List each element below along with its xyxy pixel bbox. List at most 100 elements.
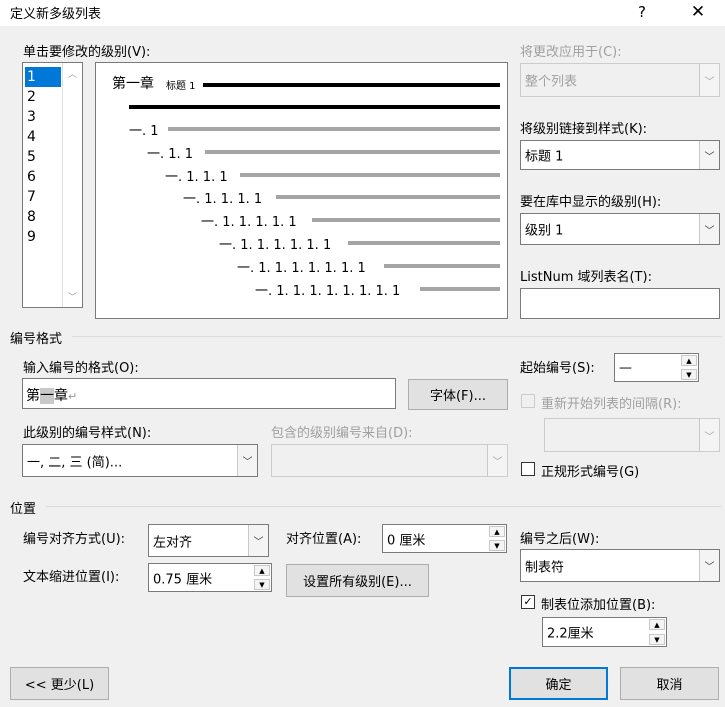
start-at-value: — xyxy=(619,360,632,375)
preview-row-label: 一. 1. 1. 1. 1. 1. 1 xyxy=(219,238,332,253)
level-item[interactable]: 9 xyxy=(25,227,61,247)
preview-line xyxy=(129,105,500,109)
paragraph-mark-icon: ↵ xyxy=(68,390,78,403)
spin-down-icon[interactable]: ▼ xyxy=(649,634,665,645)
preview-line xyxy=(276,195,500,199)
preview-row-label: 一. 1. 1. 1. 1. 1. 1. 1. 1 xyxy=(255,284,401,299)
scroll-up-icon[interactable]: ︿ xyxy=(63,67,82,80)
spin-down-icon[interactable]: ▼ xyxy=(489,540,505,551)
tab-stop-label: 制表位添加位置(B): xyxy=(541,598,656,613)
start-at-label: 起始编号(S): xyxy=(520,361,595,376)
restart-checkbox[interactable] xyxy=(521,394,535,408)
restart-combo[interactable]: ﹀ xyxy=(544,418,720,452)
preview-row-label: 一. 1 xyxy=(129,124,159,139)
listnum-label: ListNum 域列表名(T): xyxy=(520,270,652,285)
chevron-down-icon: ﹀ xyxy=(487,445,507,476)
preview-line xyxy=(240,173,500,177)
apply-to-value: 整个列表 xyxy=(525,74,578,90)
format-input[interactable]: 第一章↵ xyxy=(22,378,396,409)
scroll-down-icon[interactable]: ﹀ xyxy=(63,290,82,303)
preview-line xyxy=(384,264,500,268)
preview-pane: 第一章 标题 1 一. 1 一. 1. 1 一. 1. 1. 1 一. 1. 1… xyxy=(95,62,508,319)
chevron-down-icon: ﹀ xyxy=(237,445,257,476)
font-button[interactable]: 字体(F)... xyxy=(408,379,508,410)
preview-row-label: 一. 1. 1. 1. 1. 1. 1. 1 xyxy=(237,261,366,276)
chevron-down-icon: ﹀ xyxy=(248,525,268,556)
preview-row-label: 一. 1. 1. 1. 1 xyxy=(183,192,263,207)
include-level-combo[interactable]: ﹀ xyxy=(271,444,508,477)
levels-label: 单击要修改的级别(V): xyxy=(23,45,151,60)
legal-style-label: 正规形式编号(G) xyxy=(541,465,640,480)
spin-down-icon[interactable]: ▼ xyxy=(254,579,270,590)
tab-stop-spinner[interactable]: 2.2厘米 ▲ ▼ xyxy=(542,617,667,647)
ok-button[interactable]: 确定 xyxy=(509,667,608,700)
preview-heading-number: 第一章 xyxy=(112,76,154,92)
level-item[interactable]: 5 xyxy=(25,147,61,167)
preview-line xyxy=(348,241,500,245)
tab-stop-value: 2.2厘米 xyxy=(547,626,594,642)
align-at-value: 0 厘米 xyxy=(387,533,426,548)
follow-number-label: 编号之后(W): xyxy=(520,532,600,547)
chevron-down-icon: ﹀ xyxy=(699,214,719,244)
format-input-text: 第一章↵ xyxy=(26,385,77,405)
format-text-prefix: 第 xyxy=(26,388,40,404)
less-button[interactable]: << 更少(L) xyxy=(10,667,109,700)
align-label: 编号对齐方式(U): xyxy=(23,532,126,547)
link-style-value: 标题 1 xyxy=(525,149,564,165)
start-at-spinner[interactable]: — ▲ ▼ xyxy=(614,353,699,382)
align-combo[interactable]: 左对齐 ﹀ xyxy=(148,524,269,557)
level-item[interactable]: 4 xyxy=(25,127,61,147)
gallery-level-combo[interactable]: 级别 1 ﹀ xyxy=(520,213,720,245)
chevron-down-icon: ﹀ xyxy=(699,141,719,169)
level-item[interactable]: 2 xyxy=(25,87,61,107)
close-icon[interactable]: ✕ xyxy=(685,1,711,23)
cancel-button[interactable]: 取消 xyxy=(620,667,719,700)
number-style-combo[interactable]: 一, 二, 三 (简)... ﹀ xyxy=(22,444,258,477)
apply-to-combo[interactable]: 整个列表 ﹀ xyxy=(520,63,720,97)
level-listbox[interactable]: 1 2 3 4 5 6 7 8 9 ︿ ﹀ xyxy=(22,62,83,308)
listnum-input[interactable] xyxy=(520,288,720,319)
link-style-label: 将级别链接到样式(K): xyxy=(520,122,648,137)
spin-up-icon[interactable]: ▲ xyxy=(254,565,270,576)
align-value: 左对齐 xyxy=(153,535,193,550)
apply-to-label: 将更改应用于(C): xyxy=(520,45,622,60)
link-style-combo[interactable]: 标题 1 ﹀ xyxy=(520,140,720,170)
gallery-level-label: 要在库中显示的级别(H): xyxy=(520,195,662,210)
align-at-label: 对齐位置(A): xyxy=(286,532,362,547)
level-item[interactable]: 3 xyxy=(25,107,61,127)
indent-value: 0.75 厘米 xyxy=(153,572,213,587)
set-all-levels-button[interactable]: 设置所有级别(E)... xyxy=(286,564,429,597)
format-label: 输入编号的格式(O): xyxy=(23,361,139,376)
legal-style-checkbox[interactable] xyxy=(521,462,535,476)
spin-up-icon[interactable]: ▲ xyxy=(489,526,505,537)
gallery-level-value: 级别 1 xyxy=(525,223,564,239)
level-item[interactable]: 1 xyxy=(25,67,61,87)
preview-line xyxy=(420,287,500,291)
spin-up-icon[interactable]: ▲ xyxy=(649,619,665,630)
align-at-spinner[interactable]: 0 厘米 ▲ ▼ xyxy=(382,524,507,553)
preview-line xyxy=(168,127,500,131)
preview-line xyxy=(203,83,500,87)
restart-label: 重新开始列表的间隔(R): xyxy=(541,397,682,412)
level-item[interactable]: 6 xyxy=(25,167,61,187)
chevron-down-icon: ﹀ xyxy=(699,64,719,96)
tab-stop-checkbox[interactable]: ✓ xyxy=(521,595,535,609)
level-scrollbar[interactable]: ︿ ﹀ xyxy=(62,63,82,307)
preview-row-label: 一. 1. 1. 1. 1. 1 xyxy=(201,215,297,230)
level-item[interactable]: 7 xyxy=(25,187,61,207)
spin-up-icon[interactable]: ▲ xyxy=(681,355,697,366)
format-text-suffix: 章 xyxy=(54,388,68,404)
indent-spinner[interactable]: 0.75 厘米 ▲ ▼ xyxy=(148,563,272,592)
level-item[interactable]: 8 xyxy=(25,207,61,227)
chevron-down-icon: ﹀ xyxy=(699,419,719,451)
group-divider xyxy=(72,336,722,337)
help-icon[interactable]: ? xyxy=(630,1,654,23)
follow-number-combo[interactable]: 制表符 ﹀ xyxy=(520,549,720,582)
include-level-label: 包含的级别编号来自(D): xyxy=(271,426,413,441)
title-bar xyxy=(0,0,725,26)
format-number-field: 一 xyxy=(40,388,54,404)
group-divider xyxy=(46,506,722,507)
spin-down-icon[interactable]: ▼ xyxy=(681,369,697,380)
style-label: 此级别的编号样式(N): xyxy=(23,426,152,441)
chevron-down-icon: ﹀ xyxy=(699,550,719,581)
